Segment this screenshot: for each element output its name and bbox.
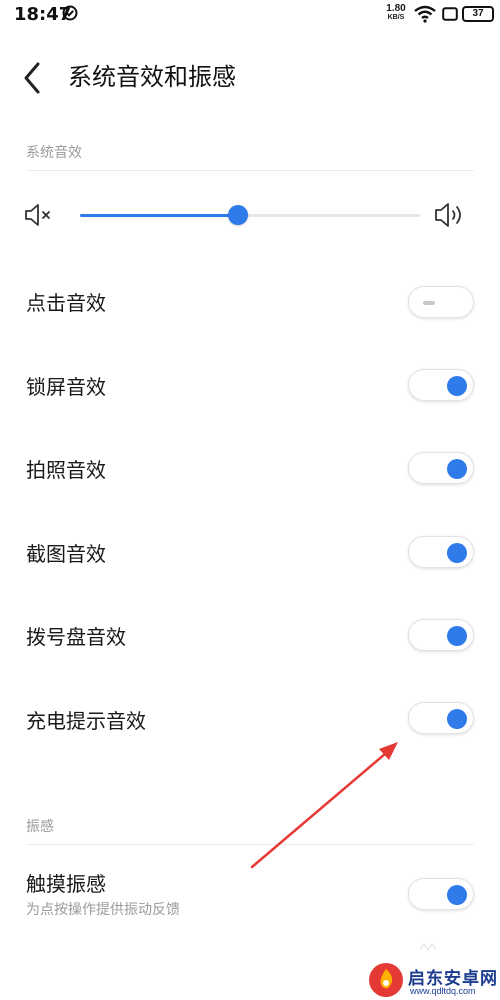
wifi-icon: [414, 5, 436, 23]
volume-mute-icon: [25, 204, 50, 226]
row-label-dialpad-sound: 拨号盘音效: [26, 625, 126, 649]
row-sub-touch-vibration: 为点按操作提供振动反馈: [26, 902, 180, 918]
faint-mark-icon: [419, 942, 437, 952]
check-circle-icon: [62, 5, 78, 21]
network-speed-unit: KB/S: [387, 14, 405, 21]
toggle-camera-sound[interactable]: [408, 452, 474, 484]
toggle-touch-vibration[interactable]: [408, 878, 474, 910]
section-label-haptics: 振感: [26, 819, 54, 835]
row-label-touch-vibration: 触摸振感: [26, 872, 106, 896]
volume-loud-icon: [435, 203, 461, 227]
volume-slider-thumb[interactable]: [228, 205, 249, 225]
screen-square-icon: [442, 7, 458, 21]
page-title: 系统音效和振感: [68, 63, 236, 91]
battery-icon: 37: [462, 6, 494, 22]
row-label-lock-sound: 锁屏音效: [26, 375, 106, 399]
row-label-camera-sound: 拍照音效: [26, 458, 106, 482]
back-arrow-icon[interactable]: [18, 60, 48, 96]
watermark-logo-icon: [369, 963, 403, 997]
toggle-dialpad-sound[interactable]: [408, 619, 474, 651]
toggle-charging-sound[interactable]: [408, 702, 474, 734]
network-speed: 1.80 KB/S: [383, 4, 409, 22]
row-label-charging-sound: 充电提示音效: [26, 709, 146, 733]
volume-slider-fill: [80, 214, 239, 217]
annotation-arrow-icon: [250, 742, 398, 869]
toggle-tap-sound[interactable]: [408, 286, 474, 318]
row-label-screenshot-sound: 截图音效: [26, 542, 106, 566]
volume-slider[interactable]: [80, 205, 420, 225]
section-label-system-sound: 系统音效: [26, 145, 82, 161]
toggle-lock-sound[interactable]: [408, 369, 474, 401]
watermark-url: www.qdltdq.com: [410, 986, 476, 996]
status-bar: 18:47 1.80 KB/S 37: [0, 0, 500, 30]
toggle-screenshot-sound[interactable]: [408, 536, 474, 568]
network-speed-value: 1.80: [386, 3, 406, 14]
divider: [26, 170, 474, 171]
battery-level: 37: [472, 8, 484, 19]
row-label-tap-sound: 点击音效: [26, 291, 106, 315]
